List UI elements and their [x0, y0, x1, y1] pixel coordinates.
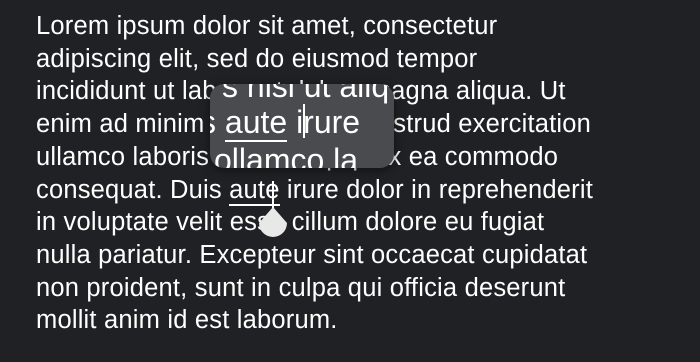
text-line-9: non proident, sunt in culpa qui officia …: [36, 273, 566, 302]
text-magnifier: s nisi ut aliq s aute irure ollamco la: [210, 84, 394, 168]
magnifier-middle-after: irure: [287, 104, 361, 140]
text-line-5-start: ullamco la: [36, 142, 153, 171]
text-line-2: adipiscing elit, sed do eiusmod tempor: [36, 44, 478, 73]
magnifier-top-line: s nisi ut aliq: [222, 84, 390, 104]
cursor-handle-icon[interactable]: [255, 205, 291, 245]
text-line-8: nulla pariatur. Excepteur sint occaecat …: [36, 240, 588, 269]
text-line-10: mollit anim id est laborum.: [36, 306, 338, 335]
magnifier-word: aute: [224, 104, 288, 142]
text-line-6-end: irure dolor in reprehenderit: [279, 175, 593, 204]
magnifier-middle-before: s: [210, 104, 225, 140]
screen: Lorem ipsum dolor sit amet, consectetur …: [0, 0, 700, 362]
text-line-6-start: consequat. Duis: [36, 175, 230, 204]
text-line-1: Lorem ipsum dolor sit amet, consectetur: [36, 12, 498, 40]
magnifier-cursor: [303, 104, 305, 138]
text-line-7: in voluptate velit esse cillum dolore eu…: [36, 208, 545, 237]
text-line-6: consequat. Duis aute irure dolor in repr…: [36, 174, 686, 207]
magnifier-bottom-line: ollamco la: [214, 142, 359, 168]
selectable-text-paragraph[interactable]: Lorem ipsum dolor sit amet, consectetur …: [36, 10, 686, 337]
magnifier-middle-line: s aute irure: [210, 104, 361, 142]
